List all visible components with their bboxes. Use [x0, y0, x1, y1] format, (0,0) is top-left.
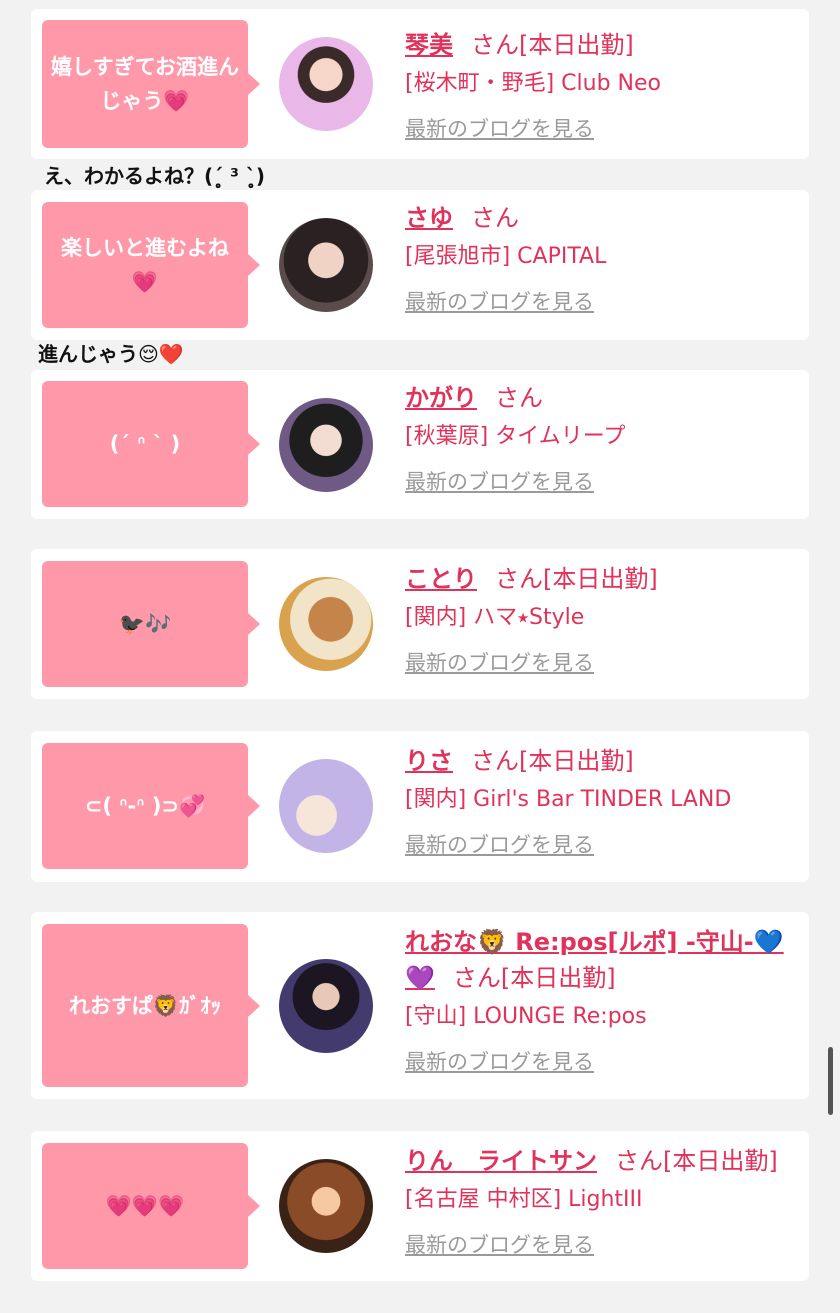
blog-entry-card: 楽しいと進むよね💗 さゆ さん [尾張旭市] CAPITAL 最新のブログを見る — [31, 190, 809, 340]
blog-entry-card: 嬉しすぎてお酒進んじゃう💗 琴美 さん[本日出勤] [桜木町・野毛] Club N… — [31, 9, 809, 159]
blog-entry-card: れおすぱ🦁ｶﾞｵｯ れおな🦁 Re:pos[ルポ] -守山-💙💜 さん[本日出勤]… — [31, 912, 809, 1099]
latest-blog-link[interactable]: 最新のブログを見る — [405, 468, 594, 496]
latest-blog-link[interactable]: 最新のブログを見る — [405, 1048, 594, 1076]
blog-entry-card: (ˊ ᐢ ˋ ) かがり さん [秋葉原] タイムリープ 最新のブログを見る — [31, 370, 809, 519]
cast-name-link[interactable]: かがり — [405, 384, 477, 412]
avatar[interactable] — [279, 218, 373, 312]
cast-name-link[interactable]: ことり — [405, 565, 477, 593]
message-bubble: れおすぱ🦁ｶﾞｵｯ — [42, 924, 260, 1087]
cast-name-link[interactable]: りん ライトサン — [405, 1147, 597, 1175]
shop-name: [守山] LOUNGE Re:pos — [405, 1004, 647, 1029]
message-bubble: 楽しいと進むよね💗 — [42, 202, 260, 328]
avatar[interactable] — [279, 959, 373, 1053]
latest-blog-link[interactable]: 最新のブログを見る — [405, 649, 594, 677]
message-bubble: 嬉しすぎてお酒進んじゃう💗 — [42, 20, 260, 148]
avatar[interactable] — [279, 577, 373, 671]
cast-suffix: さん — [471, 204, 519, 232]
shop-name: [秋葉原] タイムリープ — [405, 424, 626, 449]
cast-suffix: さん — [495, 384, 543, 412]
latest-blog-link[interactable]: 最新のブログを見る — [405, 1231, 594, 1259]
shop-name: [桜木町・野毛] Club Neo — [405, 71, 661, 96]
cast-name-link[interactable]: りさ — [405, 747, 453, 775]
avatar[interactable] — [279, 37, 373, 131]
cast-suffix: さん[本日出勤] — [471, 31, 634, 59]
shop-name: [関内] Girl's Bar TINDER LAND — [405, 787, 732, 812]
cast-suffix: さん[本日出勤] — [615, 1147, 778, 1175]
avatar[interactable] — [279, 759, 373, 853]
message-bubble: 🐦‍⬛🎶 — [42, 561, 260, 687]
cast-suffix: さん[本日出勤] — [471, 747, 634, 775]
shop-name: [関内] ハマ⭑Style — [405, 605, 585, 630]
blog-entry-card: 🐦‍⬛🎶 ことり さん[本日出勤] [関内] ハマ⭑Style 最新のブログを見る — [31, 549, 809, 699]
cast-name-link[interactable]: 琴美 — [405, 31, 453, 59]
shop-name: [尾張旭市] CAPITAL — [405, 244, 607, 269]
blog-entry-card: 💗💗💗 りん ライトサン さん[本日出勤] [名古屋 中村区] LightIII … — [31, 1131, 809, 1281]
message-bubble: 💗💗💗 — [42, 1143, 260, 1269]
latest-blog-link[interactable]: 最新のブログを見る — [405, 288, 594, 316]
cast-suffix: さん[本日出勤] — [452, 964, 616, 992]
message-bubble: (ˊ ᐢ ˋ ) — [42, 381, 260, 507]
message-bubble: ⊂( ᐢ-ᐢ )⊃💞 — [42, 743, 260, 869]
cast-name-link[interactable]: さゆ — [405, 204, 453, 232]
latest-blog-link[interactable]: 最新のブログを見る — [405, 115, 594, 143]
scrollbar[interactable] — [828, 1047, 833, 1115]
latest-blog-link[interactable]: 最新のブログを見る — [405, 831, 594, 859]
avatar[interactable] — [279, 398, 373, 492]
avatar[interactable] — [279, 1159, 373, 1253]
blog-entry-card: ⊂( ᐢ-ᐢ )⊃💞 りさ さん[本日出勤] [関内] Girl's Bar TI… — [31, 731, 809, 882]
caption-text: え、わかるよね？(ˊ̥̥̥̥̥ ³ ˋ̥̥̥̥̥) — [44, 164, 265, 188]
shop-name: [名古屋 中村区] LightIII — [405, 1187, 643, 1212]
cast-suffix: さん[本日出勤] — [495, 565, 658, 593]
caption-text: 進んじゃう😌❤️ — [38, 342, 184, 366]
